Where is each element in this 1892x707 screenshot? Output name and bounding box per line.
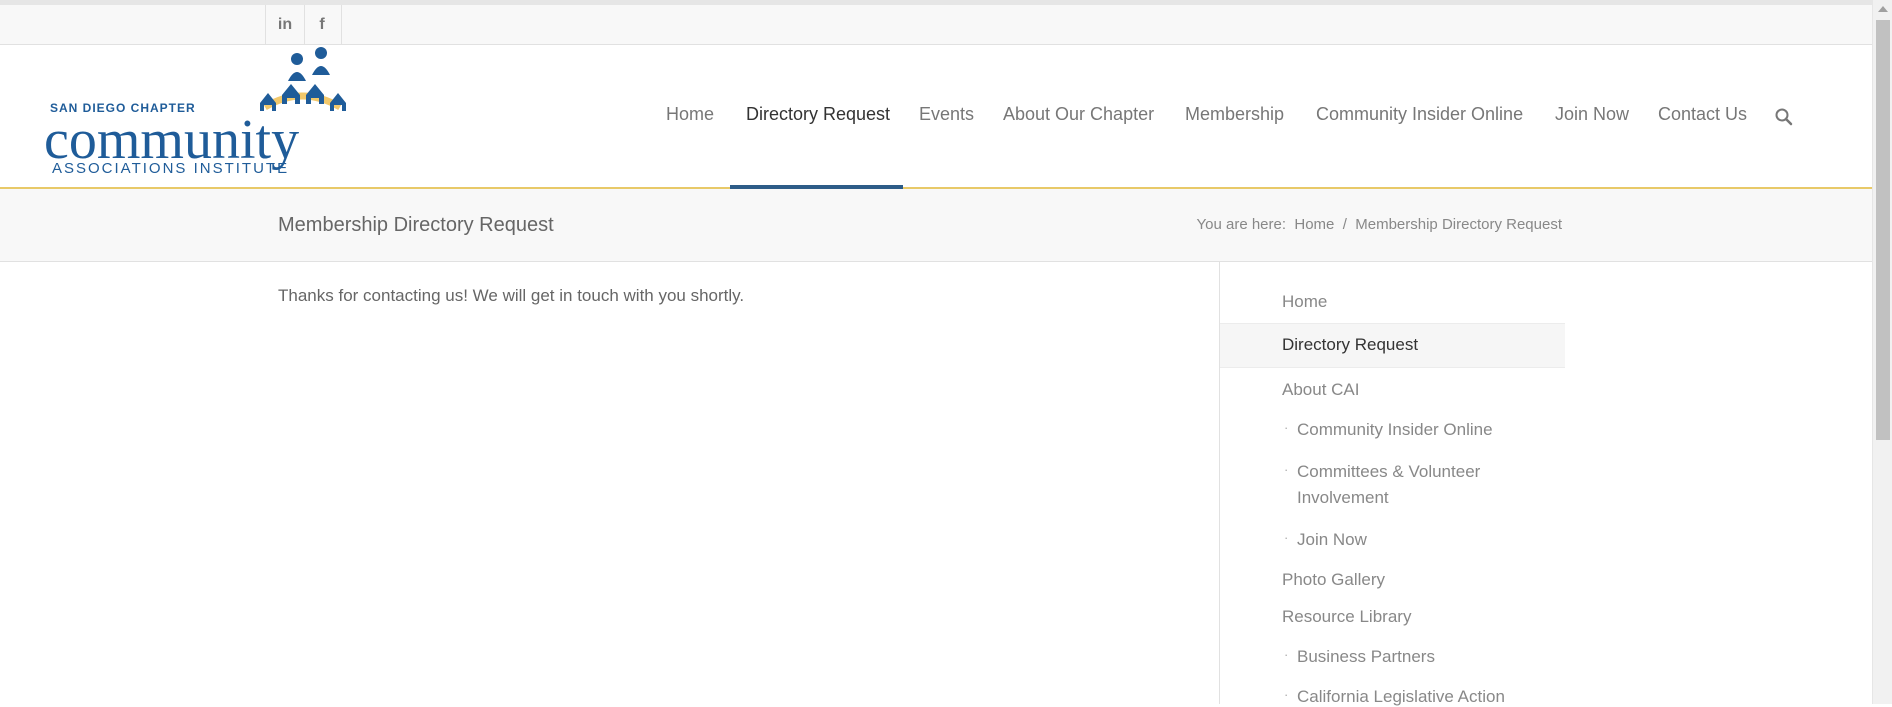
sidebar-item-label: About CAI	[1282, 380, 1360, 399]
breadcrumb-separator: /	[1342, 216, 1347, 233]
sidebar-item-business-partners[interactable]: · Business Partners	[1220, 647, 1565, 675]
breadcrumb-current: Membership Directory Request	[1355, 216, 1562, 233]
nav-item-events[interactable]: Events	[919, 45, 974, 187]
sidebar-item-label: Home	[1282, 292, 1328, 311]
sidebar-item-label: Resource Library	[1282, 607, 1412, 626]
breadcrumb-prefix: You are here:	[1196, 216, 1287, 233]
facebook-icon[interactable]: f	[303, 5, 342, 44]
sidebar-item-home[interactable]: Home	[1220, 292, 1565, 320]
bullet-icon: ·	[1284, 462, 1289, 477]
sidebar-nav: Home Directory Request About CAI · Commu…	[1219, 262, 1565, 707]
vertical-scrollbar[interactable]	[1872, 0, 1892, 704]
breadcrumb-home-link[interactable]: Home	[1294, 216, 1334, 233]
nav-item-home[interactable]: Home	[666, 45, 714, 187]
social-bar: in f	[0, 5, 1872, 45]
site-header: SAN DIEGO CHAPTER community ASSOCIATIONS…	[0, 45, 1872, 189]
scrollbar-thumb[interactable]	[1876, 20, 1890, 440]
bullet-icon: ·	[1284, 530, 1289, 545]
sidebar-item-about-cai[interactable]: About CAI	[1220, 380, 1565, 408]
sidebar-item-label: Business Partners	[1297, 647, 1435, 666]
sidebar-item-join-now[interactable]: · Join Now	[1220, 530, 1565, 558]
sidebar-item-label: Community Insider Online	[1297, 420, 1493, 439]
title-bar: Membership Directory Request You are her…	[0, 189, 1872, 262]
main-nav: Home Directory Request Events About Our …	[0, 45, 1872, 189]
sidebar-item-label: Join Now	[1297, 530, 1367, 549]
sidebar-item-community-insider-online[interactable]: · Community Insider Online	[1220, 420, 1565, 448]
sidebar-item-california-legislative-action[interactable]: · California Legislative Action	[1220, 687, 1565, 707]
nav-item-directory-request[interactable]: Directory Request	[746, 45, 890, 187]
bullet-icon: ·	[1284, 420, 1289, 435]
sidebar-item-label: Committees & Volunteer Involvement	[1297, 462, 1481, 507]
page-title: Membership Directory Request	[278, 214, 554, 236]
scroll-up-icon[interactable]	[1878, 6, 1888, 12]
confirmation-message: Thanks for contacting us! We will get in…	[278, 286, 745, 305]
bullet-icon: ·	[1284, 647, 1289, 662]
nav-item-contact-us[interactable]: Contact Us	[1658, 45, 1747, 187]
nav-item-join-now[interactable]: Join Now	[1555, 45, 1629, 187]
nav-item-community-insider-online[interactable]: Community Insider Online	[1316, 45, 1523, 187]
sidebar-item-label: Directory Request	[1282, 335, 1419, 354]
sidebar-item-resource-library[interactable]: Resource Library	[1220, 607, 1565, 635]
search-icon[interactable]	[1774, 107, 1794, 127]
sidebar-item-committees[interactable]: · Committees & Volunteer Involvement	[1220, 462, 1565, 514]
sidebar-item-directory-request[interactable]: Directory Request	[1220, 323, 1565, 368]
linkedin-icon[interactable]: in	[265, 5, 305, 44]
sidebar-item-photo-gallery[interactable]: Photo Gallery	[1220, 570, 1565, 598]
bullet-icon: ·	[1284, 687, 1289, 702]
sidebar-item-label: California Legislative Action	[1297, 687, 1505, 706]
breadcrumb: You are here: Home / Membership Director…	[1197, 189, 1563, 261]
sidebar-item-label: Photo Gallery	[1282, 570, 1385, 589]
nav-item-about-our-chapter[interactable]: About Our Chapter	[1003, 45, 1154, 187]
nav-item-membership[interactable]: Membership	[1185, 45, 1284, 187]
